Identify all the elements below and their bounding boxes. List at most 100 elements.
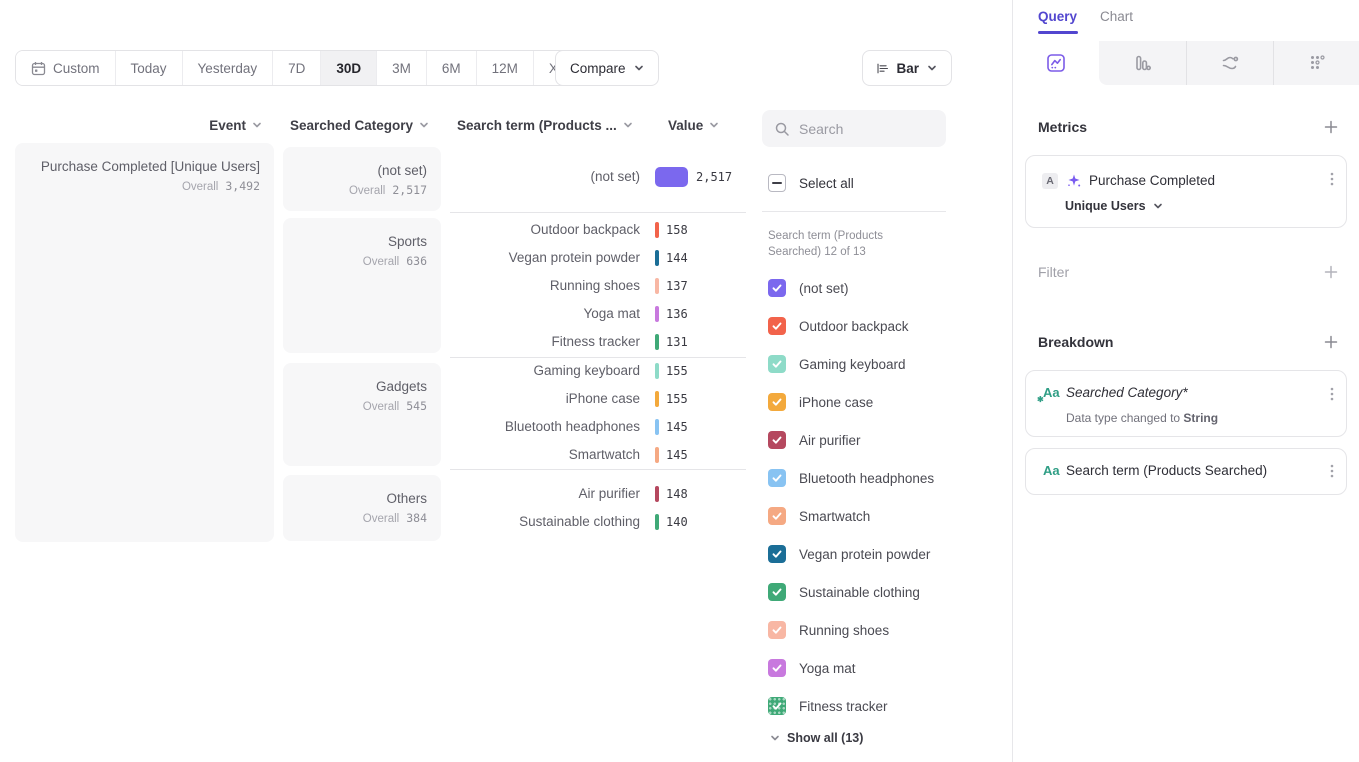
add-metric-button[interactable] (1323, 119, 1339, 135)
value-row[interactable]: Outdoor backpack 158 (450, 216, 750, 244)
filter-item[interactable]: Fitness tracker (768, 688, 948, 724)
value-row[interactable]: Vegan protein powder 144 (450, 244, 750, 272)
checkbox[interactable] (768, 621, 786, 639)
overall-value: 545 (406, 399, 427, 413)
value-row[interactable]: Fitness tracker 131 (450, 328, 750, 356)
chevron-down-icon (1153, 201, 1163, 211)
column-header-event[interactable]: Event (15, 116, 262, 134)
value-text: 145 (666, 413, 688, 441)
tab-insights[interactable] (1013, 41, 1099, 85)
value-row[interactable]: Sustainable clothing 140 (450, 508, 750, 536)
filter-heading: Filter (1038, 264, 1069, 280)
filter-item[interactable]: Running shoes (768, 612, 948, 648)
checkbox[interactable] (768, 545, 786, 563)
check-icon (771, 358, 783, 370)
category-cell[interactable]: Others Overall384 (283, 475, 441, 541)
range-label: Today (131, 61, 167, 76)
column-header-value[interactable]: Value (668, 116, 719, 134)
filter-item[interactable]: iPhone case (768, 384, 948, 420)
insights-icon (1045, 52, 1067, 74)
event-cell[interactable]: Purchase Completed [Unique Users] Overal… (15, 143, 274, 542)
date-range-12m[interactable]: 12M (476, 51, 533, 85)
search-box[interactable] (762, 110, 946, 147)
category-cell[interactable]: Gadgets Overall545 (283, 363, 441, 466)
breakdown-card-searched-category[interactable]: Aa✱ Searched Category* Data type changed… (1025, 370, 1347, 437)
range-label: Yesterday (198, 61, 258, 76)
checkbox[interactable] (768, 697, 786, 715)
category-cell[interactable]: Sports Overall636 (283, 218, 441, 353)
select-all-row[interactable]: Select all (768, 174, 854, 192)
measure-selector[interactable]: Unique Users (1065, 199, 1163, 213)
metric-card[interactable]: A Purchase Completed Unique Users (1025, 155, 1347, 228)
overall-label: Overall (363, 401, 399, 413)
value-row[interactable]: Smartwatch 145 (450, 441, 750, 469)
breakdown-menu-button[interactable] (1330, 386, 1334, 402)
check-icon (771, 472, 783, 484)
date-range-3m[interactable]: 3M (376, 51, 426, 85)
filter-item-label: Sustainable clothing (799, 585, 920, 600)
check-icon (771, 700, 783, 712)
date-range-custom[interactable]: Custom (16, 51, 115, 85)
group-divider (450, 357, 746, 358)
note-bold: String (1183, 411, 1218, 425)
add-filter-button[interactable] (1323, 264, 1339, 280)
add-breakdown-button[interactable] (1323, 334, 1339, 350)
category-cell[interactable]: (not set) Overall2,517 (283, 147, 441, 211)
event-overall: Overall3,492 (25, 179, 260, 193)
date-range-yesterday[interactable]: Yesterday (182, 51, 273, 85)
value-row[interactable]: Gaming keyboard 155 (450, 357, 750, 385)
checkbox[interactable] (768, 393, 786, 411)
value-row[interactable]: Bluetooth headphones 145 (450, 413, 750, 441)
value-row[interactable]: (not set) 2,517 (450, 163, 750, 191)
filter-item[interactable]: Bluetooth headphones (768, 460, 948, 496)
flows-icon (1219, 52, 1241, 74)
column-header-search-term[interactable]: Search term (Products ... (457, 116, 633, 134)
tab-funnels[interactable] (1099, 41, 1185, 85)
checkbox[interactable] (768, 431, 786, 449)
date-range-today[interactable]: Today (115, 51, 182, 85)
filter-item[interactable]: Air purifier (768, 422, 948, 458)
checkbox[interactable] (768, 279, 786, 297)
breakdown-title: Searched Category* (1066, 385, 1188, 400)
value-bar (655, 278, 659, 294)
kebab-icon (1330, 171, 1334, 187)
search-term-label: Air purifier (450, 480, 640, 508)
breakdown-menu-button[interactable] (1330, 463, 1334, 479)
filter-item[interactable]: Outdoor backpack (768, 308, 948, 344)
tab-retention[interactable] (1273, 41, 1359, 85)
date-range-30d[interactable]: 30D (320, 51, 376, 85)
checkbox[interactable] (768, 469, 786, 487)
tab-query[interactable]: Query (1038, 9, 1077, 24)
checkbox[interactable] (768, 659, 786, 677)
chart-type-button[interactable]: Bar (862, 50, 952, 86)
filter-item[interactable]: Vegan protein powder (768, 536, 948, 572)
search-input[interactable] (799, 121, 929, 137)
filter-item[interactable]: Smartwatch (768, 498, 948, 534)
date-range-7d[interactable]: 7D (272, 51, 320, 85)
filter-item[interactable]: Gaming keyboard (768, 346, 948, 382)
compare-button[interactable]: Compare (555, 50, 659, 86)
date-range-6m[interactable]: 6M (426, 51, 476, 85)
value-row[interactable]: iPhone case 155 (450, 385, 750, 413)
checkbox[interactable] (768, 583, 786, 601)
tab-chart[interactable]: Chart (1100, 9, 1133, 24)
filter-item[interactable]: (not set) (768, 270, 948, 306)
metric-menu-button[interactable] (1330, 171, 1334, 187)
filter-item[interactable]: Sustainable clothing (768, 574, 948, 610)
category-overall: Overall636 (293, 254, 427, 268)
tab-flows[interactable] (1186, 41, 1273, 85)
checkbox[interactable] (768, 355, 786, 373)
checkbox[interactable] (768, 507, 786, 525)
column-header-searched-category[interactable]: Searched Category (283, 116, 429, 134)
filter-item[interactable]: Yoga mat (768, 650, 948, 686)
value-bar (655, 447, 659, 463)
select-all-checkbox[interactable] (768, 174, 786, 192)
value-row[interactable]: Air purifier 148 (450, 480, 750, 508)
value-row[interactable]: Yoga mat 136 (450, 300, 750, 328)
checkbox[interactable] (768, 317, 786, 335)
filter-item-label: Yoga mat (799, 661, 856, 676)
select-all-label: Select all (799, 176, 854, 191)
breakdown-card-search-term[interactable]: Aa Search term (Products Searched) (1025, 448, 1347, 495)
value-row[interactable]: Running shoes 137 (450, 272, 750, 300)
show-all-link[interactable]: Show all (13) (770, 731, 863, 745)
